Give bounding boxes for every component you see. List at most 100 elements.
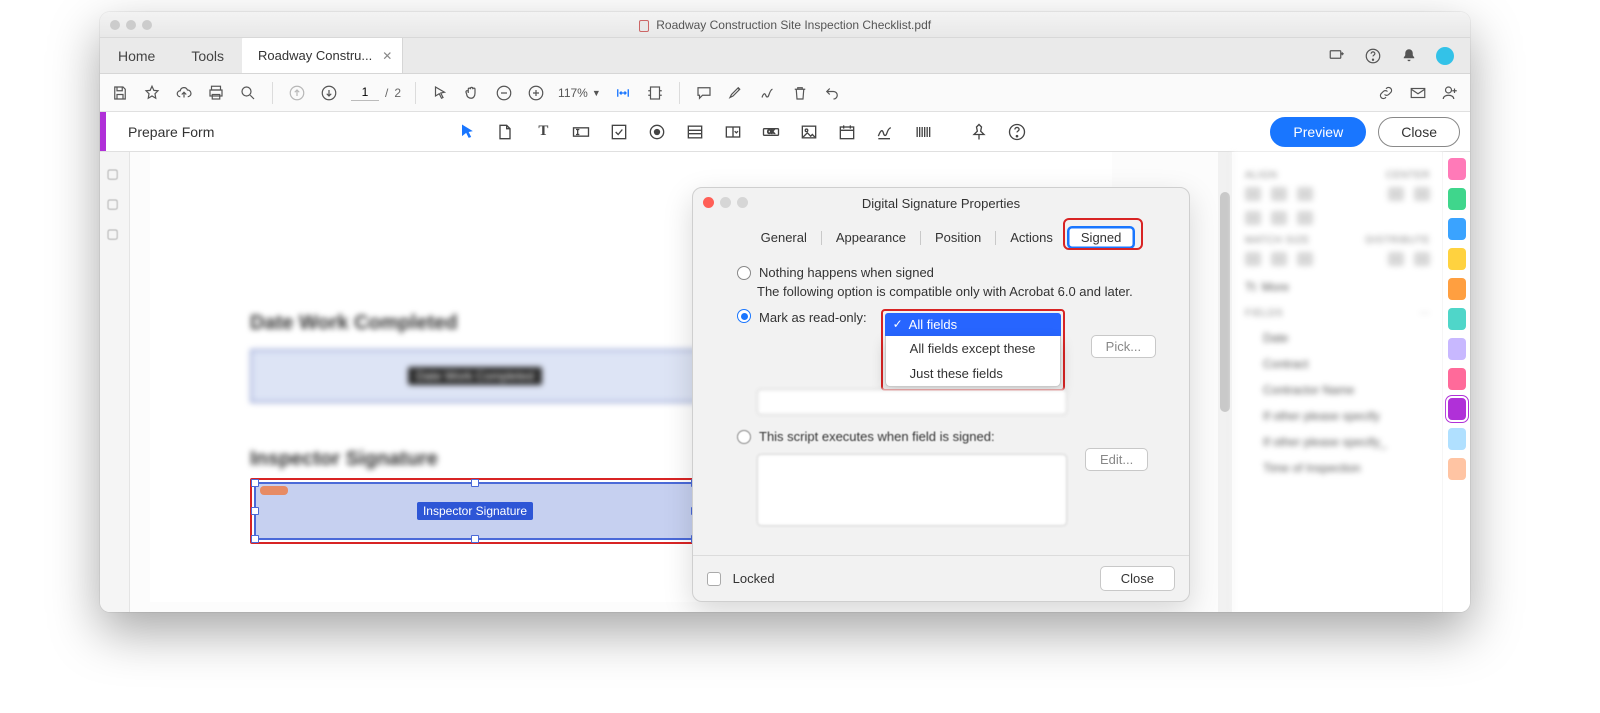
attachments-icon[interactable]: ▢	[107, 226, 123, 242]
comment-icon[interactable]	[694, 83, 714, 103]
tab-general[interactable]: General	[747, 226, 821, 249]
bookmarks-icon[interactable]: ▢	[107, 196, 123, 212]
zoom-dropdown[interactable]: 117% ▼	[558, 86, 601, 100]
tool-rail-item[interactable]	[1448, 428, 1466, 450]
star-icon[interactable]	[142, 83, 162, 103]
tool-rail-item[interactable]	[1448, 218, 1466, 240]
signature-field[interactable]: Inspector Signature	[254, 482, 696, 540]
text-field-tool-icon[interactable]	[571, 122, 591, 142]
opt-nothing-row[interactable]: Nothing happens when signed	[737, 265, 1175, 280]
hand-pan-icon[interactable]	[462, 83, 482, 103]
document-canvas[interactable]: Date Work Completed Date Work Completed …	[130, 152, 1232, 612]
tool-rail-item-active[interactable]	[1448, 398, 1466, 420]
dd-option-just[interactable]: Just these fields	[886, 361, 1060, 386]
thumbnails-icon[interactable]: ▢	[107, 166, 123, 182]
page-up-icon[interactable]	[287, 83, 307, 103]
cloud-upload-icon[interactable]	[174, 83, 194, 103]
tab-position[interactable]: Position	[921, 226, 995, 249]
radio-readonly[interactable]	[737, 309, 751, 323]
field-list-item[interactable]: If other please specify	[1245, 403, 1430, 429]
radio-nothing[interactable]	[737, 266, 751, 280]
resize-handle[interactable]	[471, 535, 479, 543]
device-connect-icon[interactable]	[1328, 47, 1346, 65]
search-icon[interactable]	[238, 83, 258, 103]
mail-icon[interactable]	[1408, 83, 1428, 103]
tab-tools[interactable]: Tools	[173, 38, 242, 73]
edit-text-tool-icon[interactable]	[495, 122, 515, 142]
locked-checkbox[interactable]	[707, 572, 721, 586]
resize-handle[interactable]	[251, 479, 259, 487]
traffic-min-icon[interactable]	[126, 20, 136, 30]
trash-icon[interactable]	[790, 83, 810, 103]
radio-script[interactable]	[737, 430, 751, 444]
tool-rail-item[interactable]	[1448, 338, 1466, 360]
highlight-icon[interactable]	[726, 83, 746, 103]
pick-button[interactable]: Pick...	[1091, 335, 1156, 358]
page-current-input[interactable]	[351, 84, 379, 101]
traffic-lights[interactable]	[110, 20, 152, 30]
dd-option-except[interactable]: All fields except these	[886, 336, 1060, 361]
tab-appearance[interactable]: Appearance	[822, 226, 920, 249]
resize-handle[interactable]	[471, 479, 479, 487]
help-form-icon[interactable]	[1007, 122, 1027, 142]
zoom-in-icon[interactable]	[526, 83, 546, 103]
locked-checkbox-row[interactable]: Locked	[707, 571, 775, 587]
tool-rail-item[interactable]	[1448, 308, 1466, 330]
tab-home[interactable]: Home	[100, 38, 173, 73]
selection-arrow-icon[interactable]	[430, 83, 450, 103]
close-mode-button[interactable]: Close	[1378, 117, 1460, 147]
readonly-fields-input[interactable]	[757, 389, 1067, 415]
text-tool-icon[interactable]: T	[533, 122, 553, 142]
dropdown-tool-icon[interactable]	[723, 122, 743, 142]
save-icon[interactable]	[110, 83, 130, 103]
listbox-tool-icon[interactable]	[685, 122, 705, 142]
opt-script-row[interactable]: This script executes when field is signe…	[737, 429, 1175, 444]
pin-icon[interactable]	[969, 122, 989, 142]
image-field-tool-icon[interactable]	[799, 122, 819, 142]
scroll-thumb[interactable]	[1220, 192, 1230, 412]
preview-button[interactable]: Preview	[1270, 117, 1366, 147]
vertical-scrollbar[interactable]	[1218, 152, 1232, 612]
radio-tool-icon[interactable]	[647, 122, 667, 142]
edit-button[interactable]: Edit...	[1085, 448, 1148, 471]
sign-icon[interactable]	[758, 83, 778, 103]
tab-signed[interactable]: Signed	[1067, 226, 1135, 249]
field-list-item[interactable]: If other please specify_	[1245, 429, 1430, 455]
resize-handle[interactable]	[251, 507, 259, 515]
undo-icon[interactable]	[822, 83, 842, 103]
fit-page-icon[interactable]	[645, 83, 665, 103]
tool-rail-item[interactable]	[1448, 278, 1466, 300]
field-list-item[interactable]: Date	[1245, 325, 1430, 351]
dialog-close-button[interactable]: Close	[1100, 566, 1175, 591]
fit-width-icon[interactable]	[613, 83, 633, 103]
select-tool-icon[interactable]	[457, 122, 477, 142]
resize-handle[interactable]	[251, 535, 259, 543]
tab-actions[interactable]: Actions	[996, 226, 1067, 249]
tool-rail-item[interactable]	[1448, 158, 1466, 180]
traffic-close-icon[interactable]	[110, 20, 120, 30]
script-textarea[interactable]	[757, 454, 1067, 526]
checkbox-tool-icon[interactable]	[609, 122, 629, 142]
date-field-box[interactable]: Date Work Completed	[250, 349, 700, 403]
tool-rail-item[interactable]	[1448, 368, 1466, 390]
field-list-item[interactable]: Contract	[1245, 351, 1430, 377]
bell-icon[interactable]	[1400, 47, 1418, 65]
button-tool-icon[interactable]: OK	[761, 122, 781, 142]
field-list-item[interactable]: Contractor Name	[1245, 377, 1430, 403]
tab-document[interactable]: Roadway Constru... ✕	[242, 38, 403, 73]
readonly-dropdown[interactable]: All fields All fields except these Just …	[885, 313, 1061, 387]
barcode-tool-icon[interactable]	[913, 122, 933, 142]
tool-rail-item[interactable]	[1448, 188, 1466, 210]
print-icon[interactable]	[206, 83, 226, 103]
traffic-max-icon[interactable]	[142, 20, 152, 30]
rp-more-label[interactable]: More	[1262, 280, 1289, 294]
zoom-out-icon[interactable]	[494, 83, 514, 103]
share-user-icon[interactable]	[1440, 83, 1460, 103]
dd-option-all[interactable]: All fields	[885, 313, 1061, 336]
link-icon[interactable]	[1376, 83, 1396, 103]
tool-rail-item[interactable]	[1448, 248, 1466, 270]
date-field-tool-icon[interactable]	[837, 122, 857, 142]
signature-tool-icon[interactable]	[875, 122, 895, 142]
user-avatar[interactable]	[1436, 47, 1454, 65]
tab-close-icon[interactable]: ✕	[382, 49, 392, 63]
